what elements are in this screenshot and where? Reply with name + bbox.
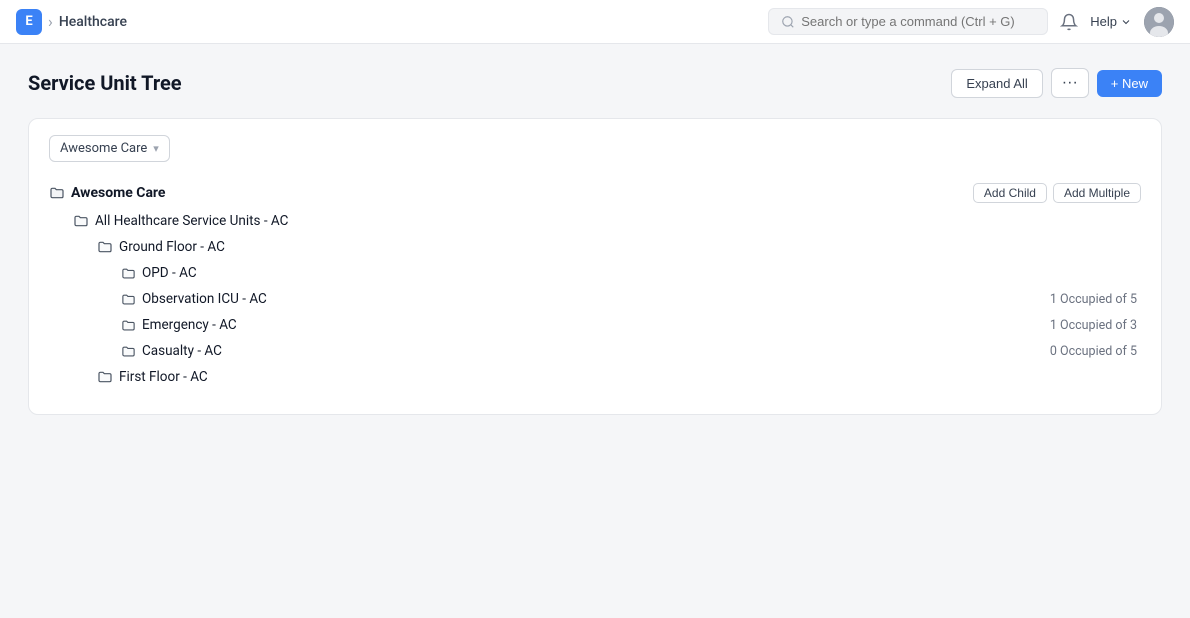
tree-row: OPD - AC [49,260,1141,286]
new-button[interactable]: + New [1097,70,1162,97]
org-dropdown[interactable]: Awesome Care ▾ [49,135,170,162]
header-actions: Expand All ··· + New [951,68,1162,98]
expand-all-button[interactable]: Expand All [951,69,1042,98]
tree-node-label: Ground Floor - AC [97,239,1141,255]
chevron-down-icon: ▾ [153,142,159,155]
tree-row: All Healthcare Service Units - AC [49,208,1141,234]
folder-icon [121,292,136,307]
org-dropdown-label: Awesome Care [60,141,147,156]
help-button[interactable]: Help [1090,14,1132,29]
tree-node-text: Casualty - AC [142,343,222,359]
breadcrumb-separator: › [48,12,53,31]
tree-node-text: OPD - AC [142,265,197,281]
notifications-button[interactable] [1060,13,1078,31]
page-content: Service Unit Tree Expand All ··· + New A… [0,44,1190,439]
root-folder-icon [49,185,65,201]
tree-nodes-container: All Healthcare Service Units - AC Ground… [49,208,1141,390]
tree-row: Observation ICU - AC 1 Occupied of 5 [49,286,1141,312]
tree-row: Ground Floor - AC [49,234,1141,260]
tree-node-label: First Floor - AC [97,369,1141,385]
tree-node-text: All Healthcare Service Units - AC [95,213,288,229]
tree-root: Awesome Care Add Child Add Multiple [49,178,1141,208]
topnav: E › Healthcare Help [0,0,1190,44]
tree-node-label: Casualty - AC [121,343,1050,359]
tree-node-label: All Healthcare Service Units - AC [73,213,1141,229]
tree-node-text: Emergency - AC [142,317,237,333]
tree-row: Emergency - AC 1 Occupied of 3 [49,312,1141,338]
tree-root-row: Awesome Care Add Child Add Multiple [49,178,1141,208]
tree-node-label: OPD - AC [121,265,1141,281]
folder-icon [73,213,89,229]
breadcrumb-healthcare[interactable]: Healthcare [59,14,127,30]
bell-icon [1060,13,1078,31]
search-input[interactable] [801,14,1035,29]
tree-node-label: Observation ICU - AC [121,291,1050,307]
avatar[interactable] [1144,7,1174,37]
avatar-image [1144,7,1174,37]
search-icon [781,15,795,29]
add-child-button[interactable]: Add Child [973,183,1047,203]
tree-row: Casualty - AC 0 Occupied of 5 [49,338,1141,364]
occupancy-stat: 1 Occupied of 3 [1050,318,1141,333]
app-logo[interactable]: E [16,9,42,35]
root-label: Awesome Care [49,185,963,201]
occupancy-stat: 1 Occupied of 5 [1050,292,1141,307]
nav-right: Help [768,7,1174,37]
more-options-button[interactable]: ··· [1051,68,1089,98]
tree-node-text: Ground Floor - AC [119,239,225,255]
chevron-down-icon [1120,16,1132,28]
folder-icon [121,318,136,333]
folder-icon [121,266,136,281]
folder-icon [121,344,136,359]
tree-row: First Floor - AC [49,364,1141,390]
tree-node-label: Emergency - AC [121,317,1050,333]
tree-node-text: First Floor - AC [119,369,208,385]
root-actions: Add Child Add Multiple [973,183,1141,203]
add-multiple-button[interactable]: Add Multiple [1053,183,1141,203]
tree-node-text: Observation ICU - AC [142,291,267,307]
breadcrumb-area: E › Healthcare [16,9,127,35]
page-title: Service Unit Tree [28,71,182,95]
search-bar[interactable] [768,8,1048,35]
page-header: Service Unit Tree Expand All ··· + New [28,68,1162,98]
occupancy-stat: 0 Occupied of 5 [1050,344,1141,359]
folder-icon [97,239,113,255]
tree-card: Awesome Care ▾ Awesome Care Add Child Ad… [28,118,1162,415]
folder-icon [97,369,113,385]
